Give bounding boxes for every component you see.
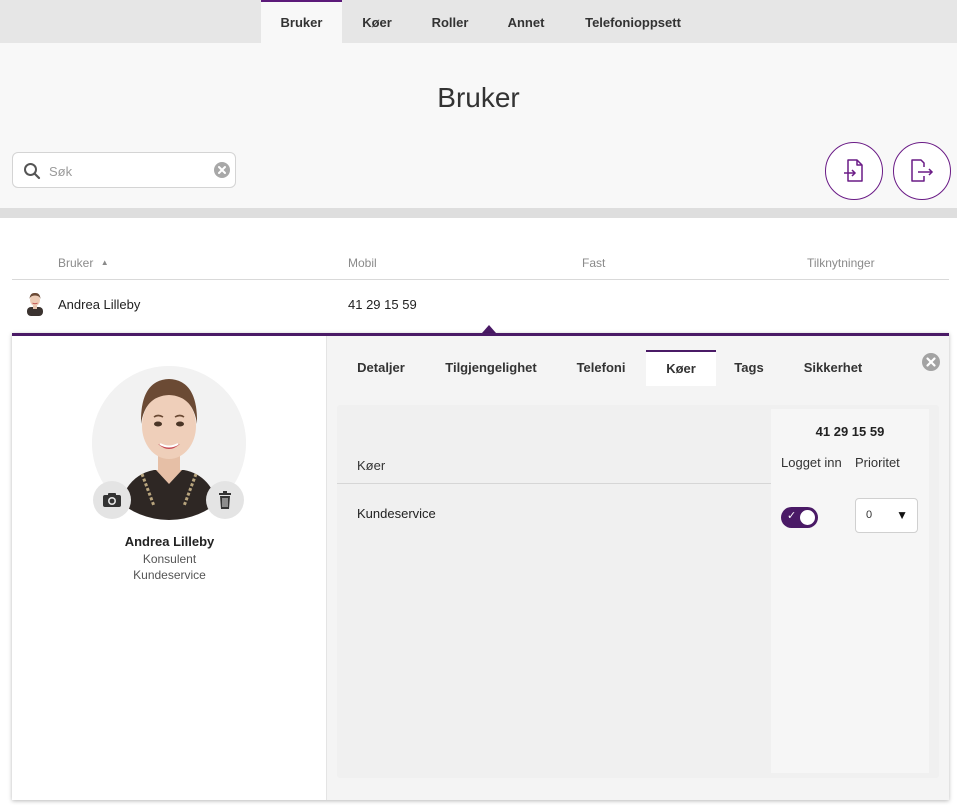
search-icon [24, 163, 41, 180]
logged-in-toggle[interactable]: ✓ [781, 507, 818, 528]
tab-detaljer[interactable]: Detaljer [341, 350, 421, 386]
priority-select[interactable]: 0 ▼ [855, 498, 918, 533]
tab-telefoni[interactable]: Telefoni [559, 350, 643, 386]
search-box[interactable] [12, 152, 236, 188]
nav-tab-koer[interactable]: Køer [346, 0, 408, 43]
check-icon: ✓ [787, 510, 797, 522]
dropdown-arrow-icon: ▼ [896, 508, 908, 522]
table-row-user-name[interactable]: Andrea Lilleby [58, 297, 140, 312]
toggle-knob [800, 510, 815, 525]
profile-pane: Andrea Lilleby Konsulent Kundeservice [12, 336, 327, 800]
table-row-mobile: 41 29 15 59 [348, 297, 417, 312]
trash-icon [219, 491, 231, 509]
import-button[interactable] [825, 142, 883, 200]
user-number: 41 29 15 59 [815, 424, 885, 439]
column-header-links[interactable]: Tilknytninger [807, 256, 875, 270]
file-export-icon [911, 159, 934, 182]
column-header-landline[interactable]: Fast [582, 256, 605, 270]
column-header-user[interactable]: Bruker ▲ [58, 256, 109, 270]
nav-tab-bruker[interactable]: Bruker [261, 0, 342, 43]
user-queue-column: 41 29 15 59 Logget inn Prioritet ✓ 0 ▼ [771, 409, 929, 773]
detail-pointer [482, 325, 496, 333]
table-header-divider [12, 279, 949, 280]
page-title: Bruker [437, 82, 520, 113]
queues-column-label: Køer [357, 458, 386, 473]
search-input[interactable] [49, 161, 209, 181]
queue-item-name: Kundeservice [357, 506, 436, 521]
top-navigation: Bruker Køer Roller Annet Telefonioppsett [0, 0, 957, 43]
profile-department: Kundeservice [133, 568, 206, 582]
user-detail-panel: Andrea Lilleby Konsulent Kundeservice De… [12, 333, 949, 800]
tab-sikkerhet[interactable]: Sikkerhet [789, 350, 877, 386]
detail-content-pane: Detaljer Tilgjengelighet Telefoni Køer T… [327, 336, 949, 800]
logged-in-label: Logget inn [781, 455, 842, 470]
clear-search-icon[interactable] [213, 161, 231, 179]
tab-tags[interactable]: Tags [720, 350, 778, 386]
change-photo-button[interactable] [93, 481, 131, 519]
camera-icon [103, 493, 121, 507]
avatar [27, 292, 43, 316]
nav-tab-annet[interactable]: Annet [493, 0, 559, 43]
page-header: Bruker [0, 43, 957, 208]
close-icon[interactable] [921, 352, 941, 372]
profile-name: Andrea Lilleby [124, 534, 215, 549]
priority-value: 0 [866, 509, 873, 521]
tab-koer[interactable]: Køer [646, 350, 716, 386]
queues-card: Køer Kundeservice 41 29 15 59 Logget inn… [337, 405, 939, 778]
column-header-mobile[interactable]: Mobil [348, 256, 377, 270]
sort-asc-icon: ▲ [100, 258, 109, 267]
tab-tilgjengelighet[interactable]: Tilgjengelighet [432, 350, 550, 386]
file-import-icon [844, 159, 863, 182]
nav-tab-roller[interactable]: Roller [416, 0, 484, 43]
export-button[interactable] [893, 142, 951, 200]
nav-tab-telefonioppsett[interactable]: Telefonioppsett [566, 0, 700, 43]
column-header-user-label: Bruker [58, 256, 94, 270]
profile-role: Konsulent [142, 552, 197, 566]
section-divider [0, 208, 957, 218]
priority-label: Prioritet [855, 455, 900, 470]
delete-photo-button[interactable] [206, 481, 244, 519]
